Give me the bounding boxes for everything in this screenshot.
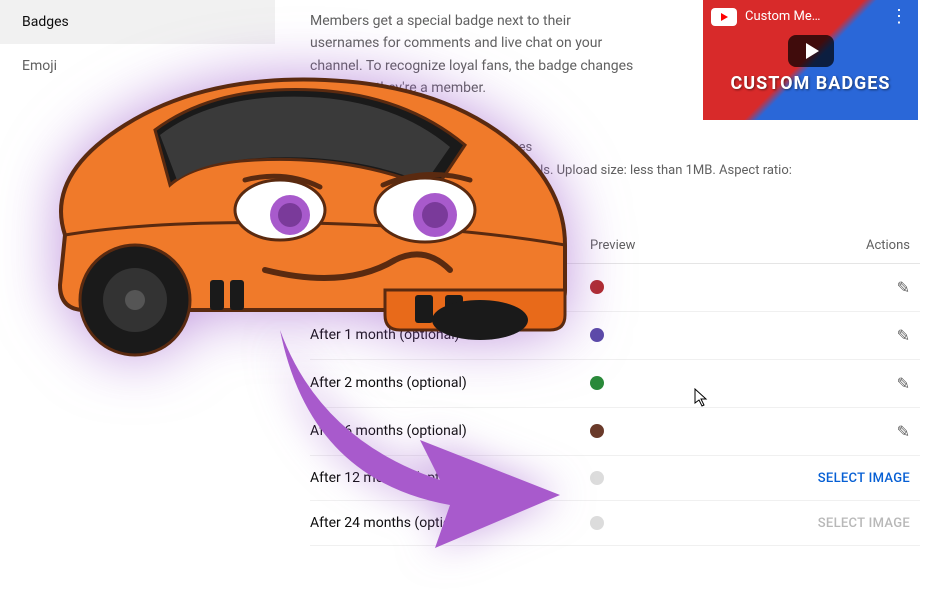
play-icon [806,43,819,59]
cursor-icon [694,388,710,412]
video-label: CUSTOM BADGES [730,73,890,94]
edit-icon[interactable]: ✎ [897,422,910,441]
header-preview: Preview [590,238,790,253]
badge-preview [590,516,790,530]
video-top-bar: Custom Me… ⋮ [711,6,910,27]
action-cell: ✎ [790,374,920,393]
car-overlay-graphic [5,35,585,365]
more-icon[interactable]: ⋮ [890,6,910,27]
badge-icon [590,280,604,294]
action-cell: ✎ [790,422,920,441]
youtube-icon [711,8,737,26]
badge-preview [590,424,790,438]
badge-preview [590,280,790,294]
video-title: Custom Me… [745,9,882,24]
action-cell: ✎ [790,326,920,345]
badge-icon [590,424,604,438]
empty-badge-icon [590,471,604,485]
edit-icon[interactable]: ✎ [897,374,910,393]
badge-icon [590,376,604,390]
select-image-button[interactable]: SELECT IMAGE [818,471,910,486]
badge-preview [590,471,790,485]
badge-preview [590,376,790,390]
video-thumbnail[interactable]: Custom Me… ⋮ CUSTOM BADGES [703,0,918,120]
play-button[interactable] [788,35,834,67]
empty-badge-icon [590,516,604,530]
select-image-button[interactable]: SELECT IMAGE [818,516,910,531]
action-cell: SELECT IMAGE [790,470,920,486]
badge-preview [590,328,790,342]
edit-icon[interactable]: ✎ [897,278,910,297]
header-actions: Actions [790,238,920,253]
action-cell: SELECT IMAGE [790,515,920,531]
action-cell: ✎ [790,278,920,297]
edit-icon[interactable]: ✎ [897,326,910,345]
badge-icon [590,328,604,342]
